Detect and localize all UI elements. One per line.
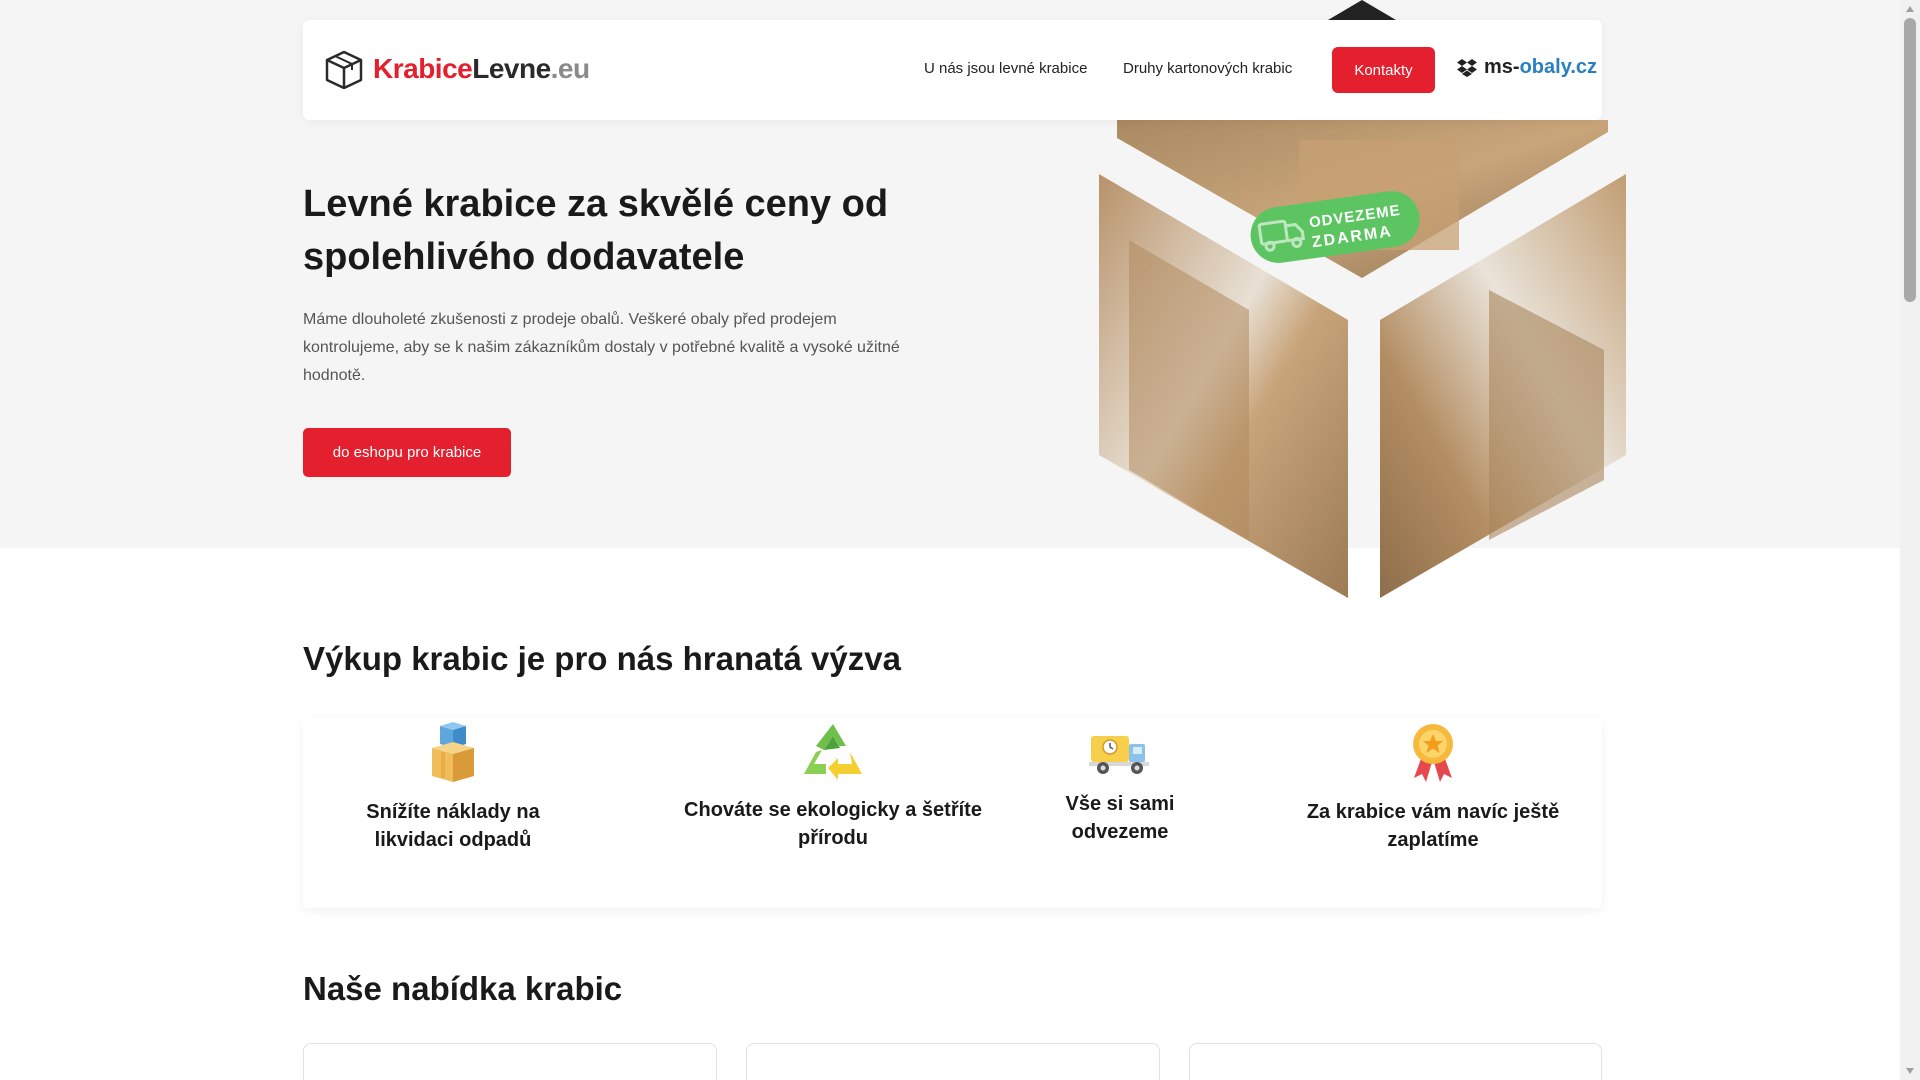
eshop-button[interactable]: do eshopu pro krabice (303, 428, 511, 477)
benefit-item: Snížíte náklady na likvidaci odpadů (333, 718, 573, 854)
dropbox-style-icon (1457, 58, 1477, 77)
top-navbar: KrabiceLevne.eu U nás jsou levné krabice… (303, 20, 1602, 120)
nav-link-box-types[interactable]: Druhy kartonových krabic (1123, 60, 1292, 77)
offer-heading: Naše nabídka krabic (303, 970, 623, 1007)
partner-name: ms-obaly.cz (1484, 56, 1597, 79)
partner-name-part1: ms- (1484, 56, 1520, 78)
benefit-item: Vše si sami odvezeme (1040, 718, 1200, 846)
offer-card[interactable] (746, 1043, 1160, 1080)
hero-description: Máme dlouholeté zkušenosti z prodeje oba… (303, 311, 900, 384)
logo-text-part1: Krabice (373, 53, 473, 84)
page-scrollbar[interactable] (1900, 0, 1920, 1080)
logo-text: KrabiceLevne.eu (373, 53, 590, 85)
benefits-panel: Snížíte náklady na likvidaci odpadů Chov… (303, 718, 1602, 908)
site-logo[interactable]: KrabiceLevne.eu (323, 48, 590, 90)
logo-text-part3: .eu (550, 53, 590, 84)
partner-link-ms-obaly[interactable]: ms-obaly.cz (1456, 56, 1597, 79)
scroll-down-arrow-icon[interactable] (1906, 1068, 1914, 1074)
offer-card[interactable] (303, 1043, 717, 1080)
boxes-icon (432, 722, 474, 782)
offer-card[interactable] (1189, 1043, 1602, 1080)
benefits-heading: Výkup krabic je pro nás hranatá výzva (303, 640, 901, 677)
hero-boxes-image: ODVEZEME ZDARMA (1099, 120, 1626, 598)
award-medal-icon (1413, 724, 1453, 782)
benefit-label: Vše si sami odvezeme (1065, 793, 1175, 843)
box-logo-icon (325, 50, 363, 90)
partner-name-part2: obaly.cz (1519, 56, 1598, 78)
benefit-label: Snížíte náklady na likvidaci odpadů (366, 801, 540, 851)
recycle-icon (804, 724, 862, 780)
scrollbar-thumb[interactable] (1904, 18, 1916, 302)
logo-text-part2: Levne (472, 53, 551, 84)
nav-link-cheap-boxes[interactable]: U nás jsou levné krabice (924, 60, 1087, 77)
hero-title: Levné krabice za skvělé ceny od spolehli… (303, 183, 889, 278)
benefit-label: Za krabice vám navíc ještě zaplatíme (1306, 801, 1560, 851)
scroll-top-tab[interactable] (1328, 0, 1396, 20)
benefit-label: Chováte se ekologicky a šetříte přírodu (684, 799, 982, 849)
benefit-item: Za krabice vám navíc ještě zaplatíme (1283, 718, 1583, 854)
contacts-button[interactable]: Kontakty (1332, 47, 1435, 93)
scroll-up-arrow-icon[interactable] (1906, 6, 1914, 12)
benefit-item: Chováte se ekologicky a šetříte přírodu (673, 718, 993, 852)
truck-icon (1089, 736, 1149, 774)
